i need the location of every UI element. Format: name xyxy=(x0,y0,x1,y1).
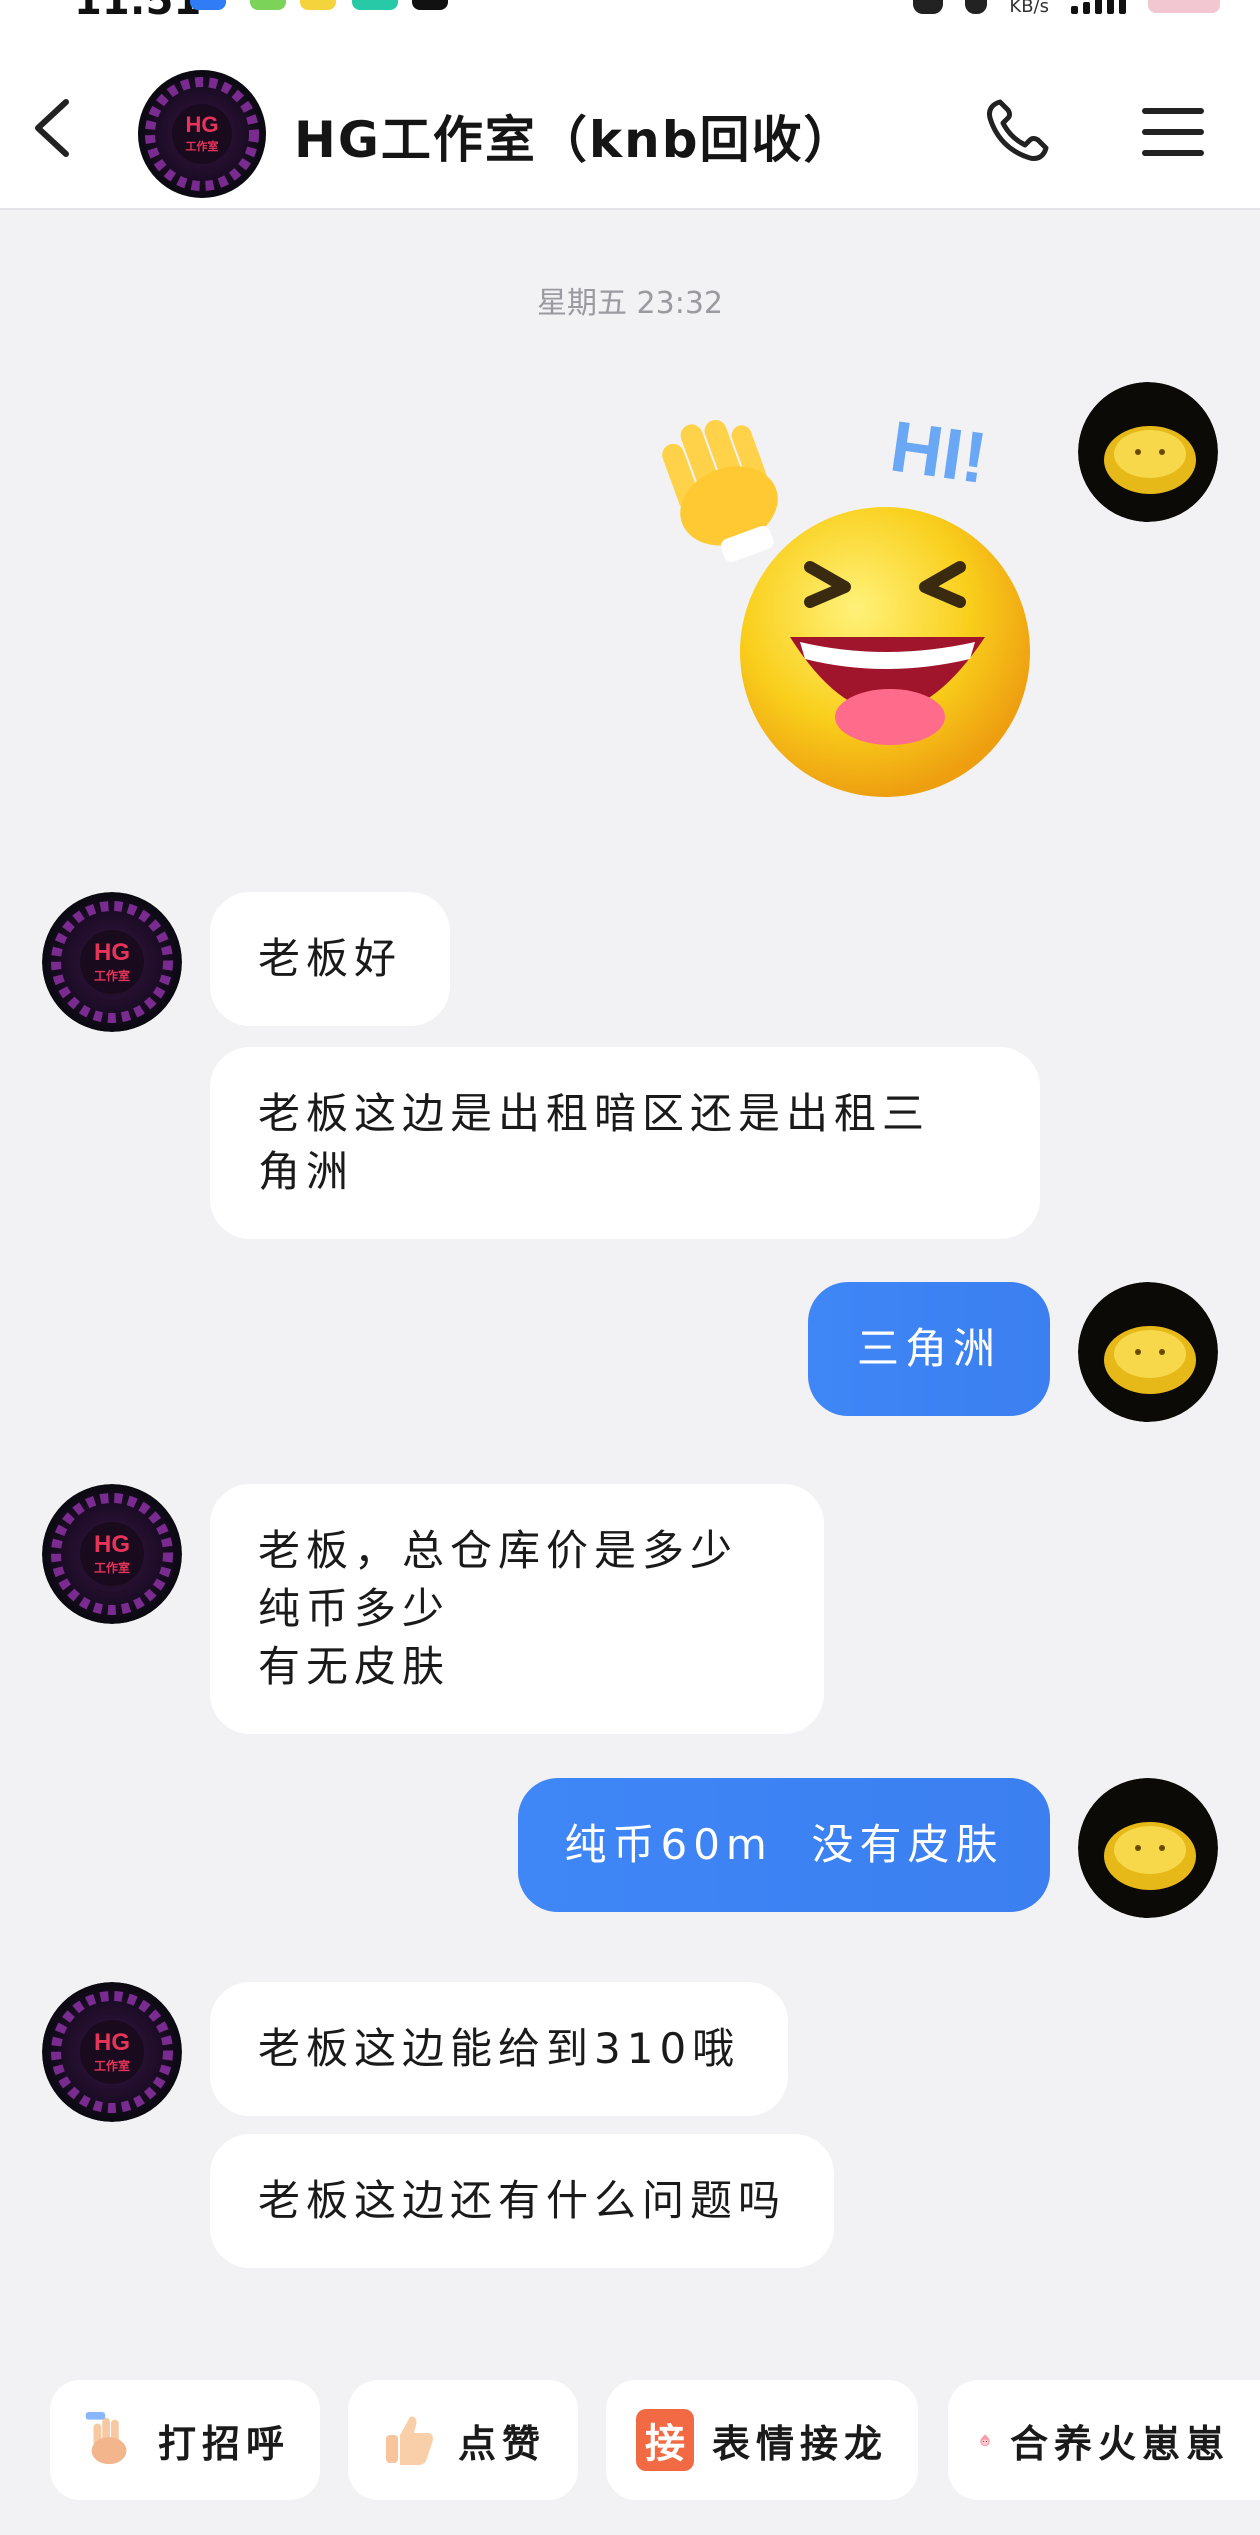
status-app-icon xyxy=(352,0,398,10)
alarm-icon xyxy=(913,0,944,14)
quick-reply-label: 表情接龙 xyxy=(711,2421,888,2466)
my-avatar[interactable] xyxy=(1078,1282,1218,1422)
outgoing-message-bubble[interactable]: 三角洲 xyxy=(808,1282,1050,1416)
quick-reply-like[interactable]: 点赞 xyxy=(348,2380,578,2500)
quick-reply-fire-pet[interactable]: 合养火崽崽 xyxy=(948,2380,1260,2500)
thumbs-up-icon xyxy=(386,2416,433,2465)
quick-reply-label: 点赞 xyxy=(458,2421,547,2466)
page-title: HG工作室（knb回收） xyxy=(294,111,856,169)
svg-text:HG: HG xyxy=(94,1531,130,1558)
svg-text:工作室: 工作室 xyxy=(94,1560,130,1575)
message-timestamp: 星期五 23:32 xyxy=(537,286,723,321)
svg-text:HI!: HI! xyxy=(885,406,991,499)
my-avatar[interactable] xyxy=(1078,1778,1218,1918)
chevron-left-icon[interactable] xyxy=(24,96,88,160)
status-app-icon xyxy=(250,0,286,10)
svg-text:工作室: 工作室 xyxy=(94,2058,130,2073)
network-speed-unit: KB/s xyxy=(1009,0,1049,17)
signal-icon xyxy=(1071,0,1126,14)
status-time: 11:51 xyxy=(74,0,202,24)
peer-avatar[interactable]: HG 工作室 xyxy=(42,1982,182,2122)
fire-pet-icon xyxy=(980,2434,990,2447)
outgoing-message-bubble[interactable]: 纯币60m 没有皮肤 xyxy=(518,1778,1050,1912)
incoming-message-bubble[interactable]: 老板这边是出租暗区还是出租三 角洲 xyxy=(210,1047,1040,1239)
peer-avatar[interactable]: HG 工作室 xyxy=(42,1484,182,1624)
status-app-icon xyxy=(300,0,336,10)
incoming-message-bubble[interactable]: 老板好 xyxy=(210,892,451,1026)
message-list[interactable]: 星期五 23:32 HI! HG 工作室 老板好 老板这边是出租暗区还是出租三 … xyxy=(0,212,1260,2348)
svg-text:HG: HG xyxy=(186,112,219,137)
chat-header: HG 工作室 HG工作室（knb回收） xyxy=(0,34,1260,210)
status-bar: 11:51 KB/s xyxy=(0,0,1260,34)
header-avatar[interactable]: HG 工作室 xyxy=(138,70,266,198)
svg-text:HG: HG xyxy=(94,939,130,966)
peer-avatar[interactable]: HG 工作室 xyxy=(42,892,182,1032)
battery-icon xyxy=(1148,0,1220,13)
quick-reply-bar: 打招呼 点赞 接 表情接龙 合养火崽崽 xyxy=(0,2348,1260,2535)
svg-text:HG: HG xyxy=(94,2029,130,2056)
status-app-icon xyxy=(190,0,226,10)
status-right-group: KB/s xyxy=(913,0,1220,17)
status-app-icon xyxy=(412,0,448,10)
incoming-message-bubble[interactable]: 老板这边能给到310哦 xyxy=(210,1982,789,2116)
quick-reply-sticker-chain[interactable]: 接 表情接龙 xyxy=(606,2380,918,2500)
phone-icon[interactable] xyxy=(982,96,1052,166)
incoming-message-bubble[interactable]: 老板这边还有什么问题吗 xyxy=(210,2134,835,2268)
my-avatar[interactable] xyxy=(1078,382,1218,522)
quick-reply-greet[interactable]: 打招呼 xyxy=(50,2380,320,2500)
incoming-message-bubble[interactable]: 老板，总仓库价是多少 纯币多少 有无皮肤 xyxy=(210,1484,824,1734)
vibrate-icon xyxy=(965,0,988,14)
quick-reply-label: 合养火崽崽 xyxy=(1009,2421,1230,2466)
svg-text:工作室: 工作室 xyxy=(94,968,130,983)
chat-screen: 11:51 KB/s HG 工作室 HG工作室（knb回收） 星期五 23:32… xyxy=(0,0,1260,2535)
hi-sticker[interactable]: HI! xyxy=(640,387,1060,807)
waving-hand-icon xyxy=(85,2411,127,2465)
svg-text:工作室: 工作室 xyxy=(186,139,219,153)
quick-reply-label: 打招呼 xyxy=(157,2421,290,2466)
jie-badge-icon: 接 xyxy=(636,2409,694,2471)
hamburger-menu-icon[interactable] xyxy=(1140,104,1206,160)
